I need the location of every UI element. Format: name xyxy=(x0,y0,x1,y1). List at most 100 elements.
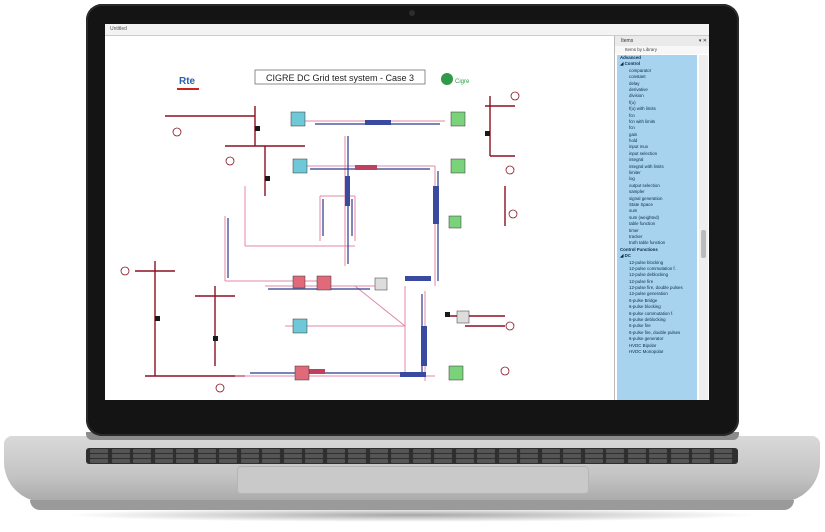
library-filter[interactable]: Items by Library xyxy=(625,46,657,54)
keyboard-key xyxy=(348,459,366,463)
keyboard-key xyxy=(176,449,194,453)
converter-station[interactable] xyxy=(448,365,464,381)
keyboard-key xyxy=(154,459,173,463)
app-window: Untitled Rte CIGRE DC Grid test system -… xyxy=(105,24,709,400)
generators xyxy=(120,91,520,393)
converter-station[interactable] xyxy=(450,158,466,174)
keyboard-key xyxy=(240,449,259,453)
generator-icon[interactable] xyxy=(505,165,515,175)
ac-buses xyxy=(135,96,515,377)
generator-icon[interactable] xyxy=(500,366,510,376)
single-line-diagram: Rte CIGRE DC Grid test system - Case 3 C… xyxy=(120,69,520,393)
keyboard-key xyxy=(520,459,538,463)
keyboard-key xyxy=(326,459,345,463)
keyboard-key xyxy=(283,454,302,458)
keyboard-key xyxy=(262,449,280,453)
keyboard-key xyxy=(713,454,732,458)
keyboard-key xyxy=(455,449,474,453)
cigre-logo-icon xyxy=(441,73,453,85)
rte-logo-bar xyxy=(177,88,199,90)
converter-station[interactable] xyxy=(292,275,306,289)
generator-icon[interactable] xyxy=(225,156,235,166)
keyboard-key xyxy=(541,454,560,458)
keyboard-key xyxy=(606,454,624,458)
keyboard-key xyxy=(197,449,216,453)
keyboard-key xyxy=(240,454,259,458)
keyboard-key xyxy=(584,449,603,453)
keyboard-key xyxy=(348,449,366,453)
keyboard-key xyxy=(305,454,323,458)
keyboard-key xyxy=(498,449,517,453)
dc-cable xyxy=(345,176,350,206)
keyboard-key xyxy=(649,449,667,453)
keyboard-key xyxy=(90,449,108,453)
converter-station[interactable] xyxy=(290,111,306,127)
converter-station[interactable] xyxy=(292,158,308,174)
transformer-icon xyxy=(213,336,218,341)
keyboard-key xyxy=(649,459,667,463)
tree-item[interactable]: HVDC Monopolar xyxy=(617,349,697,355)
generator-icon[interactable] xyxy=(508,209,518,219)
keyboard-key xyxy=(713,449,732,453)
keyboard-key xyxy=(670,459,689,463)
items-tree[interactable]: Advanced ◢ Control comparator constant delay… xyxy=(617,55,697,400)
keyboard-key xyxy=(219,459,237,463)
converter-station[interactable] xyxy=(448,215,462,229)
diagram-title: CIGRE DC Grid test system - Case 3 xyxy=(266,73,414,83)
converter-station[interactable] xyxy=(292,318,308,334)
keyboard-key xyxy=(477,459,495,463)
keyboard-key xyxy=(627,449,646,453)
keyboard-key xyxy=(541,459,560,463)
keyboard-key xyxy=(520,449,538,453)
keyboard-key xyxy=(627,454,646,458)
items-scrollbar[interactable] xyxy=(699,55,708,400)
keyboard-key xyxy=(455,454,474,458)
keyboard-key xyxy=(391,449,409,453)
keyboard-key xyxy=(133,454,151,458)
laptop-bottom-edge xyxy=(30,500,794,510)
items-panel-header: Items ▾ ✕ xyxy=(615,36,709,46)
converter-station[interactable] xyxy=(294,365,310,381)
keyboard-key xyxy=(283,449,302,453)
keyboard-key xyxy=(176,459,194,463)
items-panel-subheader: Items by Library xyxy=(615,46,709,54)
keyboard-key xyxy=(369,459,388,463)
generator-icon[interactable] xyxy=(120,266,130,276)
dc-cable xyxy=(365,120,391,125)
items-panel-title: Items xyxy=(621,38,634,44)
keyboard xyxy=(86,448,738,464)
generator-icon[interactable] xyxy=(172,127,182,137)
keyboard-key xyxy=(240,459,259,463)
scrollbar-thumb[interactable] xyxy=(701,230,706,258)
converter-station[interactable] xyxy=(456,310,470,324)
generator-icon[interactable] xyxy=(510,91,520,101)
keyboard-key xyxy=(692,454,710,458)
keyboard-key xyxy=(305,459,323,463)
diagram-canvas[interactable]: Rte CIGRE DC Grid test system - Case 3 C… xyxy=(105,36,613,400)
keyboard-key xyxy=(326,449,345,453)
keyboard-key xyxy=(283,459,302,463)
cigre-logo-text: Cigre xyxy=(455,79,470,85)
keyboard-key xyxy=(627,459,646,463)
converter-station[interactable] xyxy=(450,111,466,127)
window-titlebar: Untitled xyxy=(105,24,709,36)
transformer-icon xyxy=(255,126,260,131)
keyboard-key xyxy=(412,449,431,453)
dc-cable xyxy=(421,326,427,366)
generator-icon[interactable] xyxy=(505,321,515,331)
keyboard-key xyxy=(369,449,388,453)
converter-station[interactable] xyxy=(316,275,332,291)
keyboard-key xyxy=(133,459,151,463)
transformer-icon xyxy=(265,176,270,181)
panel-controls[interactable]: ▾ ✕ xyxy=(699,36,707,46)
keyboard-key xyxy=(369,454,388,458)
generator-icon[interactable] xyxy=(215,383,225,393)
keyboard-key xyxy=(563,449,581,453)
dc-cable xyxy=(405,276,431,281)
dc-cable xyxy=(400,372,426,377)
keyboard-key xyxy=(670,449,689,453)
keyboard-key xyxy=(111,459,130,463)
keyboard-key xyxy=(584,459,603,463)
converter-station[interactable] xyxy=(374,277,388,291)
keyboard-key xyxy=(455,459,474,463)
